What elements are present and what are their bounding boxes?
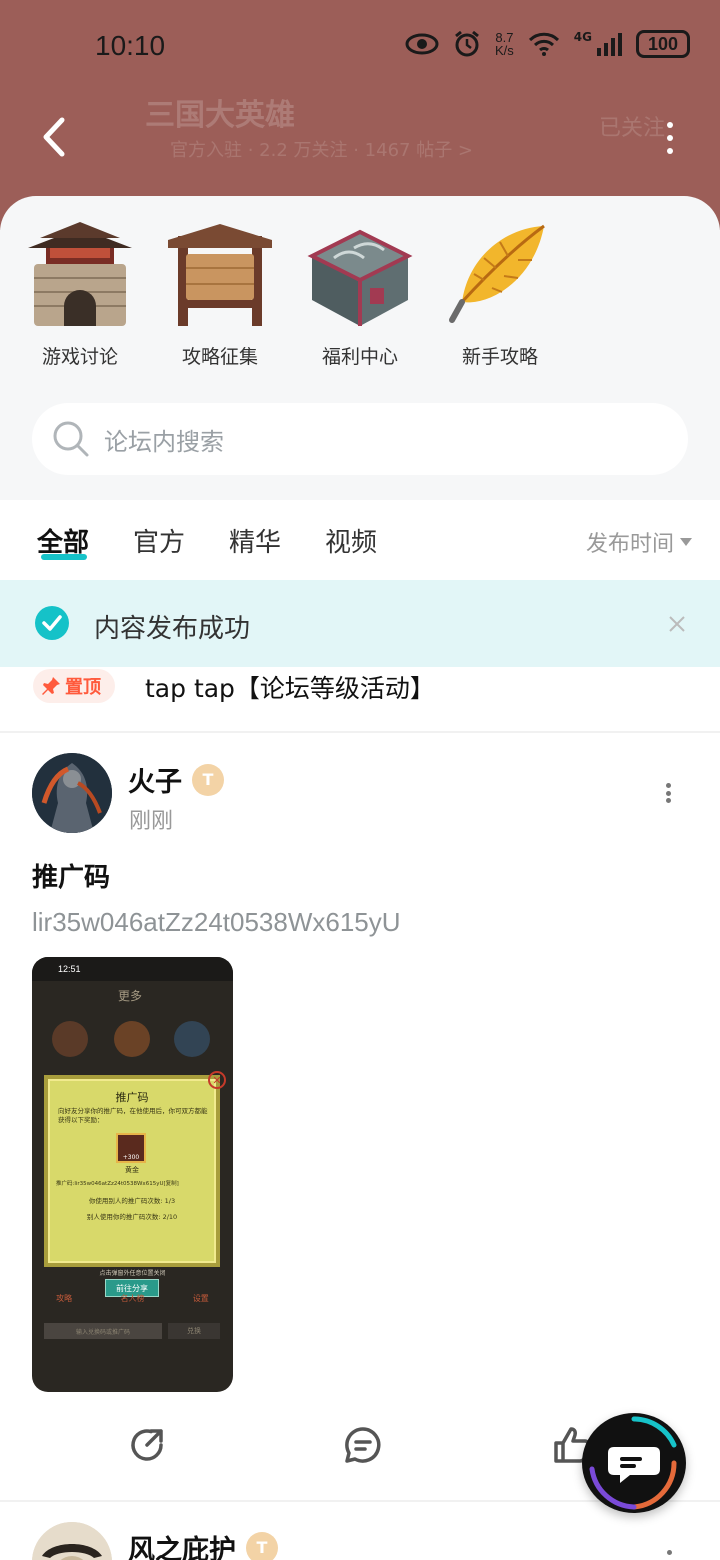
alarm-icon <box>455 30 479 57</box>
tab-official[interactable]: 官方 <box>133 522 185 559</box>
check-circle-icon <box>35 606 69 640</box>
fortress-gate-icon <box>24 218 136 330</box>
others-line: 别人使用你的推广码次数: 2/10 <box>86 1213 178 1221</box>
category-row: 游戏讨论 攻略征集 福利中心 新手攻略 <box>24 218 556 369</box>
comment-button[interactable] <box>343 1425 383 1469</box>
category-label: 攻略征集 <box>181 346 258 368</box>
post-more-button[interactable] <box>666 783 672 803</box>
chevron-left-icon <box>43 117 65 157</box>
forum-sheet: 游戏讨论 攻略征集 福利中心 新手攻略 论坛内搜索 <box>0 196 720 500</box>
wifi-icon <box>528 32 559 56</box>
reward-icon: +300 <box>116 1133 146 1163</box>
search-placeholder: 论坛内搜索 <box>104 427 224 456</box>
caret-down-icon <box>680 538 692 546</box>
image-bottom-label: 设置 <box>192 1294 209 1303</box>
sort-label: 发布时间 <box>585 532 674 557</box>
dialog-desc: 向好友分享你的推广码，在他使用后，你可双方都能获得以下奖励： <box>58 1107 208 1124</box>
post-title: 推广码 <box>32 863 111 893</box>
category-item-guide-collection[interactable]: 攻略征集 <box>164 218 276 369</box>
share-icon <box>131 1429 163 1461</box>
active-tab-indicator <box>41 554 87 560</box>
level-badge: T <box>246 1531 278 1560</box>
category-label: 新手攻略 <box>461 346 538 368</box>
share-button[interactable] <box>127 1425 167 1469</box>
create-post-fab[interactable] <box>582 1413 686 1513</box>
battery-indicator: 100 <box>636 30 690 58</box>
dialog-close-icon: ✕ <box>208 1071 226 1089</box>
status-time: 10:10 <box>95 30 166 61</box>
tab-video[interactable]: 视频 <box>325 522 377 559</box>
author-name[interactable]: 风之庇护 T <box>128 1528 278 1560</box>
forum-title: 三国大英雄 <box>145 98 295 133</box>
pinned-title: tap tap【论坛等级活动】 <box>145 674 435 703</box>
pin-icon <box>42 677 60 695</box>
sort-dropdown[interactable]: 发布时间 <box>586 526 692 558</box>
post-more-button[interactable] <box>667 1550 672 1555</box>
redeem-field: 输入兑换码或推广码 <box>44 1323 162 1339</box>
reward-name: 黄金 <box>125 1166 139 1174</box>
treasure-chest-icon <box>304 218 416 330</box>
avatar[interactable] <box>32 753 112 833</box>
avatar[interactable] <box>32 1522 112 1560</box>
signal-icon <box>597 33 622 56</box>
back-button[interactable] <box>32 112 82 162</box>
toast-message: 内容发布成功 <box>94 614 251 644</box>
golden-leaf-icon <box>444 218 556 330</box>
tab-featured[interactable]: 精华 <box>229 522 281 559</box>
code-line: 推广码:lir35w046atZz24t0538Wx615yU[复制] <box>56 1181 179 1187</box>
search-input[interactable]: 论坛内搜索 <box>32 403 688 475</box>
close-icon <box>669 616 685 632</box>
follow-button[interactable]: 已关注 <box>599 110 665 142</box>
image-bottom-label: 攻略 <box>56 1294 73 1303</box>
author-name[interactable]: 火子 T <box>128 760 224 799</box>
eye-icon <box>405 33 439 55</box>
image-status-time: 12:51 <box>58 964 81 974</box>
image-hint: 点击弹窗外任意位置关闭 <box>99 1270 166 1277</box>
network-speed: 8.7 K/s <box>495 30 514 58</box>
level-badge: T <box>192 763 224 796</box>
more-menu-button[interactable] <box>660 122 680 154</box>
toast-close-button[interactable] <box>668 610 686 640</box>
post-time: 刚刚 <box>129 809 174 834</box>
success-toast: 内容发布成功 <box>0 580 720 667</box>
category-item-beginner-guide[interactable]: 新手攻略 <box>444 218 556 369</box>
used-line: 你使用别人的推广码次数: 1/3 <box>88 1197 176 1205</box>
category-label: 游戏讨论 <box>41 346 118 368</box>
dialog-title: 推广码 <box>115 1091 149 1104</box>
chat-bubble-icon <box>589 1416 677 1510</box>
status-icons: 8.7 K/s 4G 100 <box>405 30 690 58</box>
category-item-game-discussion[interactable]: 游戏讨论 <box>24 218 136 369</box>
pinned-post[interactable]: 置顶 tap tap【论坛等级活动】 <box>0 667 720 733</box>
comment-icon <box>345 1427 381 1463</box>
filter-tabs: 全部 官方 精华 视频 发布时间 <box>0 500 720 580</box>
category-item-welfare-center[interactable]: 福利中心 <box>304 218 416 369</box>
notice-board-icon <box>164 218 276 330</box>
search-icon <box>53 421 89 457</box>
category-label: 福利中心 <box>321 346 398 368</box>
image-top-label: 更多 <box>118 989 143 1003</box>
network-type: 4G <box>573 30 592 44</box>
image-bottom-label: 名人榜 <box>120 1294 145 1303</box>
forum-subtitle: 官方入驻 · 2.2 万关注 · 1467 帖子 > <box>170 140 474 161</box>
promo-dialog: 推广码 向好友分享你的推广码，在他使用后，你可双方都能获得以下奖励： +300 … <box>44 1071 226 1267</box>
post-image[interactable]: 12:51 更多 推广码 向好友分享你的推广码，在他使用后，你可双方都能获得以下… <box>32 957 233 1392</box>
post-card[interactable]: 火子 T 刚刚 推广码 lir35w046atZz24t0538Wx615yU … <box>0 735 720 1500</box>
pinned-badge: 置顶 <box>33 669 115 703</box>
post-body: lir35w046atZz24t0538Wx615yU <box>32 907 401 937</box>
redeem-button: 兑换 <box>168 1323 220 1339</box>
